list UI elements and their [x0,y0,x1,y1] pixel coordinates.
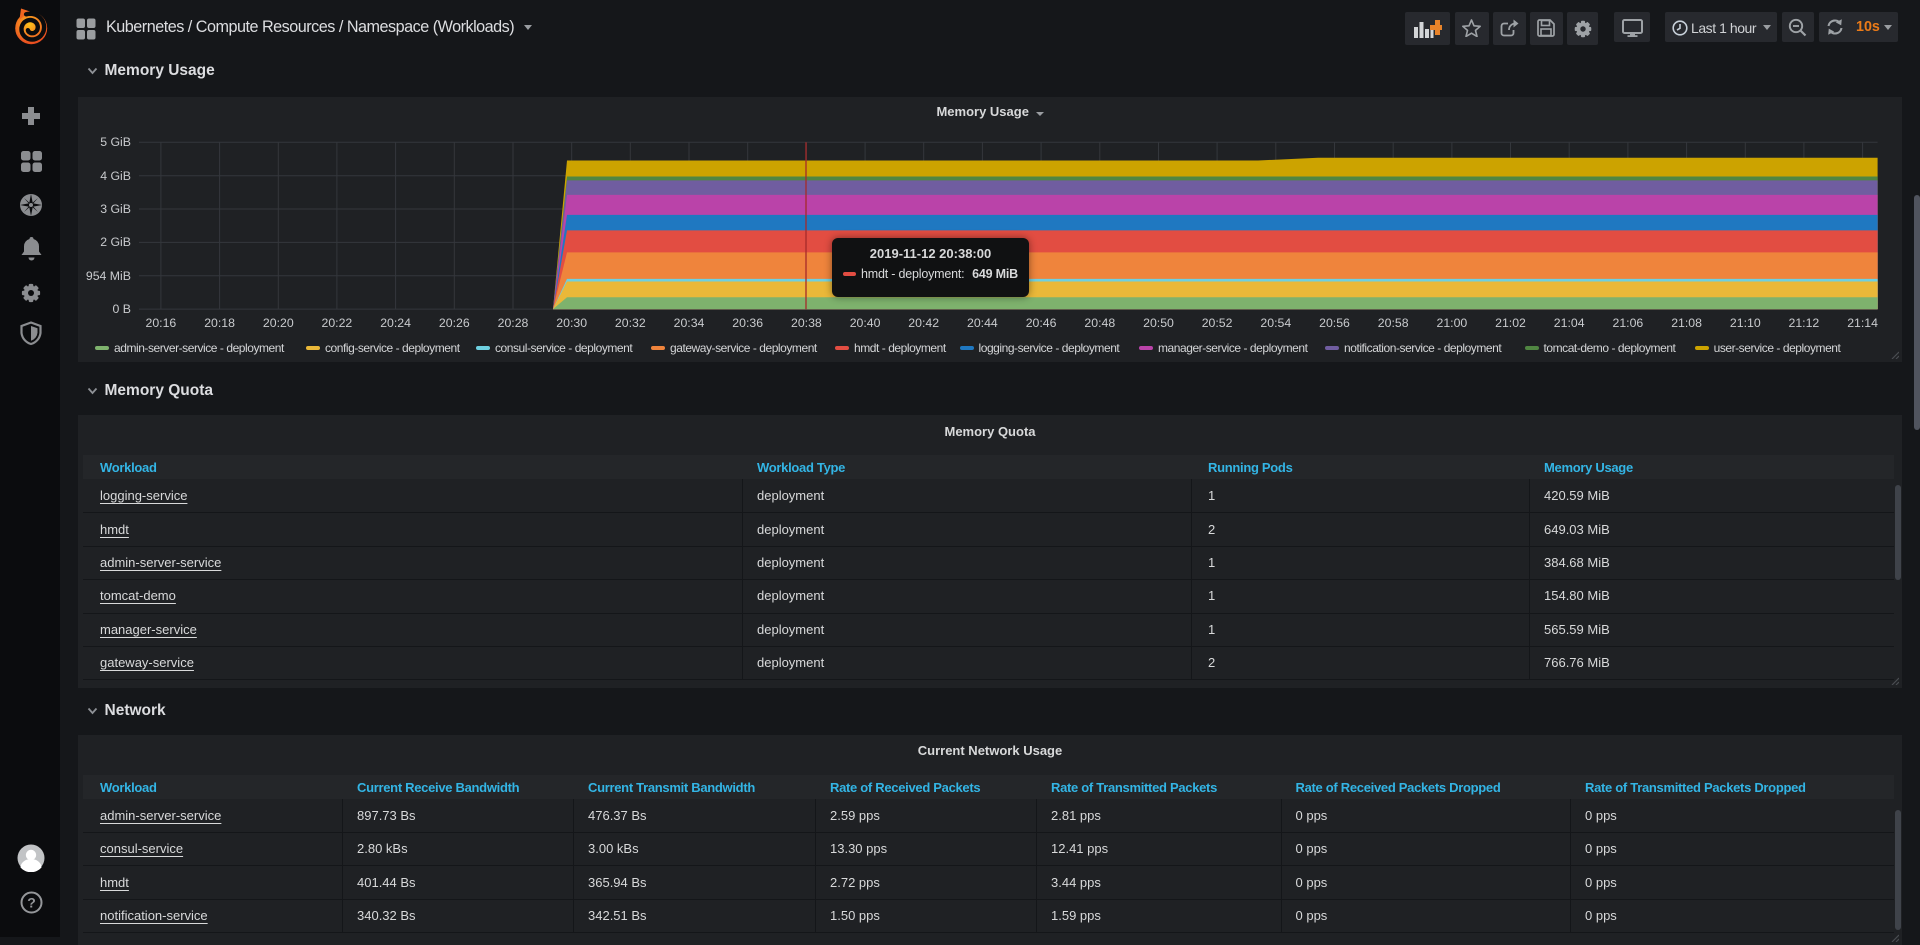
svg-text:?: ? [27,894,36,910]
